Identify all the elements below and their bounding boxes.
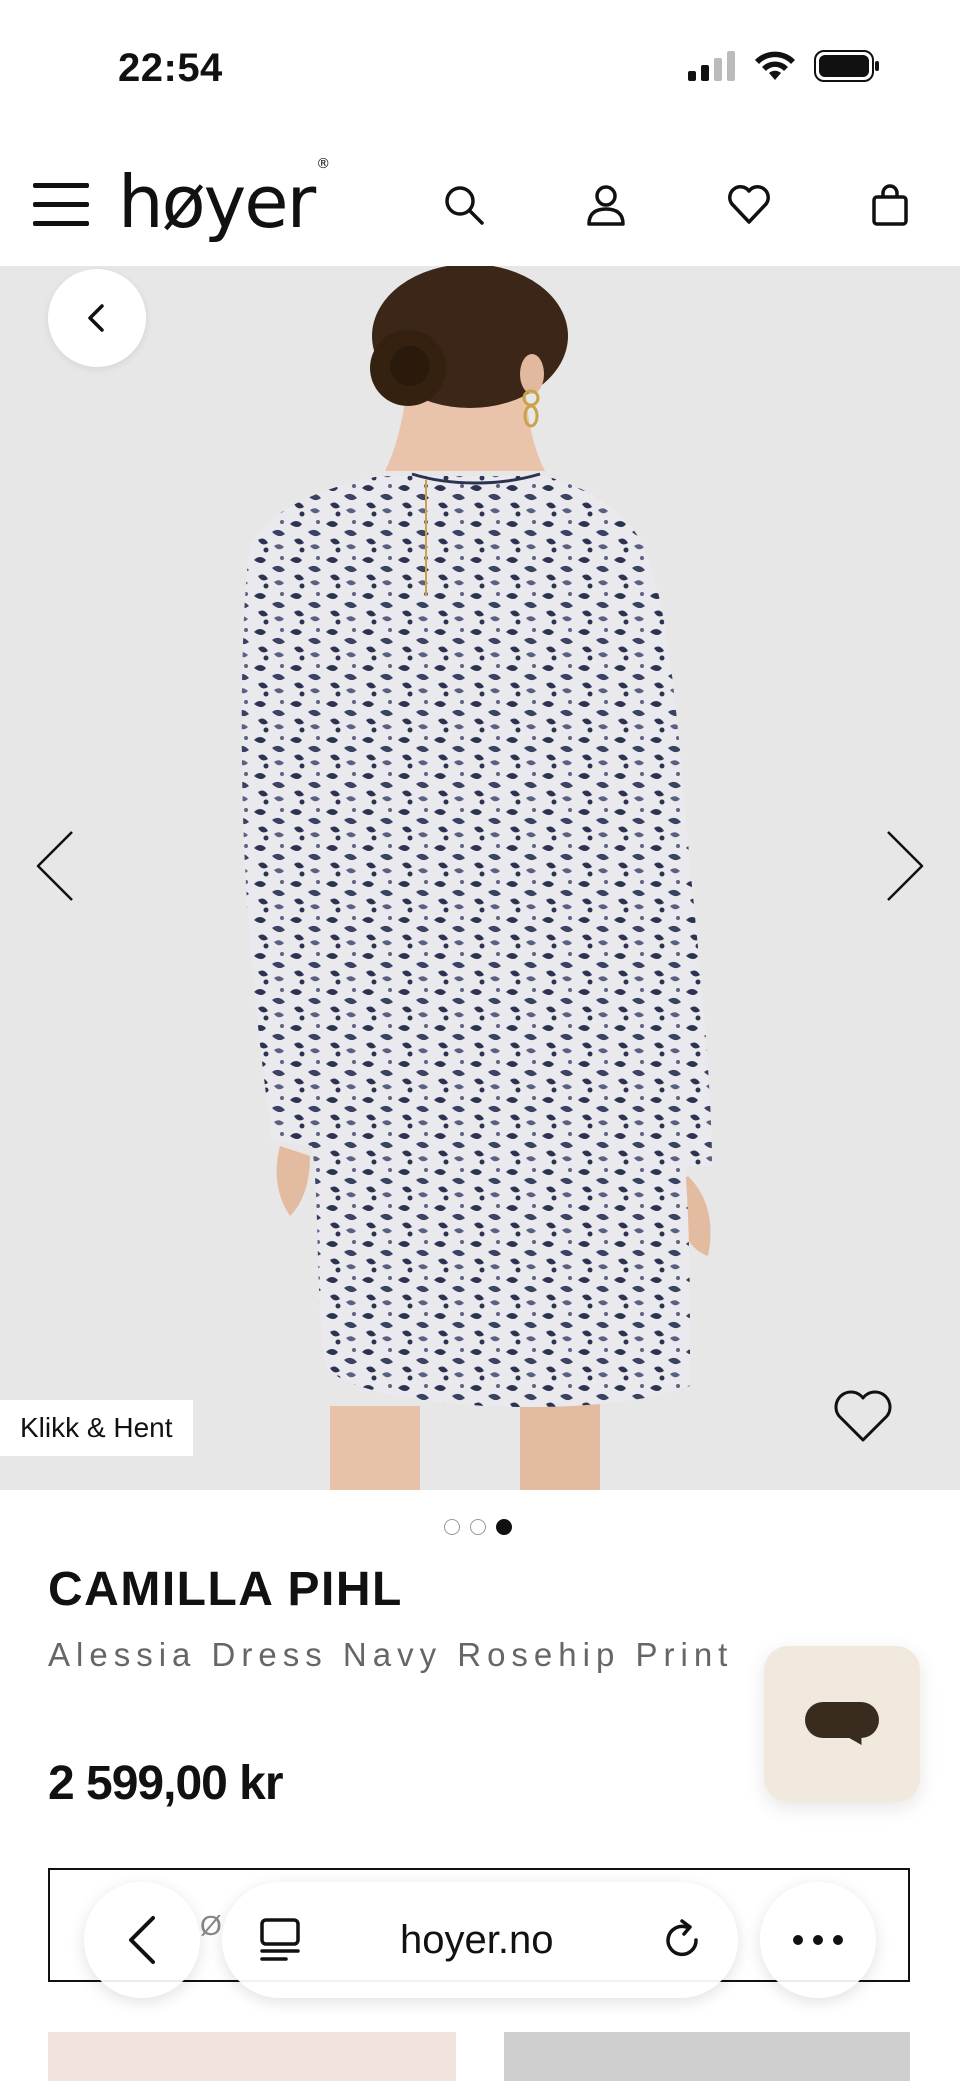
wifi-icon — [755, 51, 795, 80]
carousel-pagination — [444, 1519, 512, 1535]
logo-text: høyer — [118, 160, 316, 244]
size-selector-label: Ø — [200, 1910, 222, 1941]
product-name: Alessia Dress Navy Rosehip Print — [48, 1636, 734, 1673]
site-header: høyer ® — [0, 140, 960, 267]
product-image-carousel[interactable]: Klikk & Hent — [0, 266, 960, 1490]
chat-button[interactable] — [764, 1646, 920, 1802]
product-price: 2 599,00 kr — [48, 1757, 284, 1810]
click-and-collect-badge: Klikk & Hent — [0, 1400, 193, 1456]
url-text: hoyer.no — [400, 1918, 554, 1962]
carousel-dot-2[interactable] — [470, 1519, 486, 1535]
previous-image-arrow[interactable] — [30, 826, 80, 906]
carousel-dot-3[interactable] — [496, 1519, 512, 1535]
bag-icon[interactable] — [868, 183, 912, 227]
browser-back-button[interactable] — [84, 1882, 200, 1998]
heart-icon[interactable] — [727, 183, 771, 227]
user-icon[interactable] — [584, 183, 628, 227]
more-icon — [793, 1935, 843, 1945]
search-icon[interactable] — [442, 183, 486, 227]
browser-more-button[interactable] — [760, 1882, 876, 1998]
related-product-thumbnail[interactable] — [48, 2032, 456, 2081]
status-icons — [688, 50, 880, 82]
reload-icon[interactable] — [660, 1918, 704, 1962]
back-button[interactable] — [48, 269, 146, 367]
status-bar: 22:54 — [0, 0, 960, 140]
chevron-left-icon — [129, 1916, 155, 1964]
carousel-dot-1[interactable] — [444, 1519, 460, 1535]
battery-icon — [814, 50, 879, 82]
address-bar[interactable]: hoyer.no — [222, 1882, 738, 1998]
logo-registered-mark: ® — [316, 156, 330, 172]
product-brand[interactable]: CAMILLA PIHL — [48, 1562, 403, 1617]
next-image-arrow[interactable] — [880, 826, 930, 906]
chevron-left-icon — [88, 304, 104, 332]
related-product-thumbnail[interactable] — [504, 2032, 910, 2081]
product-photo — [241, 266, 712, 1490]
cellular-signal-icon — [688, 51, 735, 81]
site-logo[interactable]: høyer ® — [118, 156, 330, 244]
chat-icon — [805, 1702, 879, 1738]
status-time: 22:54 — [118, 46, 223, 90]
menu-icon[interactable] — [33, 183, 89, 227]
add-to-wishlist-heart-icon[interactable] — [832, 1388, 894, 1444]
tabs-icon[interactable] — [258, 1918, 302, 1962]
